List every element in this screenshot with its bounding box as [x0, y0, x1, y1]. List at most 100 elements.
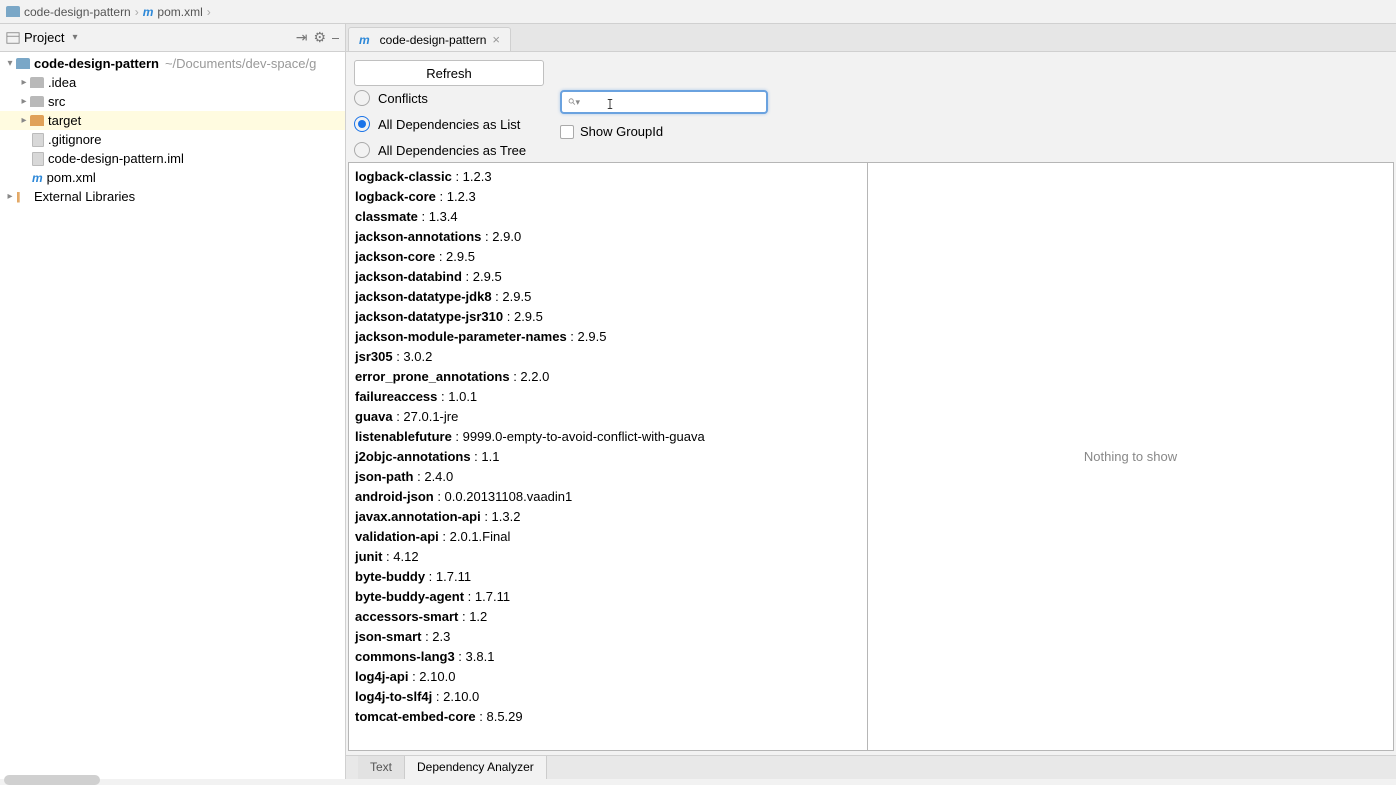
analyzer-controls: Refresh Conflicts All Dependencies as Li… — [346, 52, 1396, 162]
dependency-row[interactable]: validation-api : 2.0.1.Final — [355, 527, 861, 547]
close-icon[interactable]: × — [492, 32, 500, 47]
dependency-row[interactable]: logback-classic : 1.2.3 — [355, 167, 861, 187]
dependency-row[interactable]: junit : 4.12 — [355, 547, 861, 567]
dependency-artifact: jackson-databind — [355, 269, 462, 284]
breadcrumb-file-label: pom.xml — [157, 5, 202, 19]
dependency-artifact: logback-core — [355, 189, 436, 204]
chevron-down-icon[interactable]: ▾ — [72, 32, 77, 43]
tree-item-idea[interactable]: ▸ .idea — [0, 73, 345, 92]
tree-item-src[interactable]: ▸ src — [0, 92, 345, 111]
show-groupid-checkbox[interactable]: Show GroupId — [560, 124, 768, 139]
chevron-right-icon[interactable]: ▸ — [18, 115, 30, 126]
tree-external-libraries[interactable]: ▸ ||| External Libraries — [0, 187, 345, 206]
search-input-wrapper[interactable]: ▾ — [560, 90, 768, 114]
tab-dependency-analyzer[interactable]: Dependency Analyzer — [405, 756, 547, 779]
dependency-row[interactable]: commons-lang3 : 3.8.1 — [355, 647, 861, 667]
chevron-right-icon[interactable]: ▸ — [18, 77, 30, 88]
dependency-row[interactable]: log4j-to-slf4j : 2.10.0 — [355, 687, 861, 707]
dependency-artifact: error_prone_annotations — [355, 369, 510, 384]
dependency-version: : 9999.0-empty-to-avoid-conflict-with-gu… — [452, 429, 705, 444]
tree-item-iml[interactable]: code-design-pattern.iml — [0, 149, 345, 168]
dependency-detail-panel: Nothing to show — [868, 162, 1394, 751]
bottom-tabs: Text Dependency Analyzer — [346, 755, 1396, 779]
dependency-row[interactable]: j2objc-annotations : 1.1 — [355, 447, 861, 467]
tree-root-label: code-design-pattern — [34, 56, 159, 71]
tree-root[interactable]: ▾ code-design-pattern ~/Documents/dev-sp… — [0, 54, 345, 73]
dependency-version: : 1.0.1 — [437, 389, 477, 404]
dependency-row[interactable]: log4j-api : 2.10.0 — [355, 667, 861, 687]
dependency-row[interactable]: error_prone_annotations : 2.2.0 — [355, 367, 861, 387]
dependency-artifact: jackson-core — [355, 249, 435, 264]
dependency-artifact: byte-buddy — [355, 569, 425, 584]
dependency-row[interactable]: jackson-module-parameter-names : 2.9.5 — [355, 327, 861, 347]
dependency-version: : 2.9.5 — [492, 289, 532, 304]
dependency-row[interactable]: jackson-annotations : 2.9.0 — [355, 227, 861, 247]
gear-icon[interactable]: ⚙ — [313, 29, 326, 46]
radio-all-list[interactable]: All Dependencies as List — [354, 116, 544, 132]
dependency-row[interactable]: classmate : 1.3.4 — [355, 207, 861, 227]
dependency-row[interactable]: byte-buddy : 1.7.11 — [355, 567, 861, 587]
detail-placeholder: Nothing to show — [1084, 449, 1177, 464]
dependency-list[interactable]: logback-classic : 1.2.3logback-core : 1.… — [349, 163, 867, 750]
hide-icon[interactable]: ⎯ — [332, 29, 339, 46]
file-icon — [32, 152, 44, 166]
dependency-row[interactable]: android-json : 0.0.20131108.vaadin1 — [355, 487, 861, 507]
dependency-row[interactable]: guava : 27.0.1-jre — [355, 407, 861, 427]
dependency-version: : 2.9.5 — [435, 249, 475, 264]
search-dropdown-icon[interactable]: ▾ — [575, 97, 580, 108]
tree-item-label: code-design-pattern.iml — [48, 151, 184, 166]
folder-icon — [6, 6, 20, 17]
library-icon: ||| — [16, 191, 30, 203]
radio-conflicts[interactable]: Conflicts — [354, 90, 544, 106]
dependency-version: : 2.0.1.Final — [439, 529, 511, 544]
search-input[interactable] — [584, 95, 760, 110]
dependency-artifact: javax.annotation-api — [355, 509, 481, 524]
chevron-right-icon: › — [207, 5, 211, 19]
dependency-version: : 0.0.20131108.vaadin1 — [434, 489, 573, 504]
dependency-row[interactable]: javax.annotation-api : 1.3.2 — [355, 507, 861, 527]
dependency-artifact: classmate — [355, 209, 418, 224]
dependency-row[interactable]: jackson-datatype-jdk8 : 2.9.5 — [355, 287, 861, 307]
dependency-artifact: logback-classic — [355, 169, 452, 184]
dependency-artifact: log4j-to-slf4j — [355, 689, 432, 704]
refresh-button[interactable]: Refresh — [354, 60, 544, 86]
breadcrumb-root-label: code-design-pattern — [24, 5, 131, 19]
project-panel-title[interactable]: Project — [24, 30, 64, 45]
dependency-row[interactable]: jsr305 : 3.0.2 — [355, 347, 861, 367]
editor-tab[interactable]: m code-design-pattern × — [348, 27, 511, 51]
radio-all-tree[interactable]: All Dependencies as Tree — [354, 142, 544, 158]
main-area: Project ▾ ⇥ ⚙ ⎯ ▾ code-design-pattern ~/… — [0, 24, 1396, 779]
breadcrumb-root[interactable]: code-design-pattern — [6, 5, 131, 19]
chevron-right-icon: › — [135, 5, 139, 19]
tab-text[interactable]: Text — [358, 756, 405, 779]
chevron-right-icon[interactable]: ▸ — [18, 96, 30, 107]
editor-area: m code-design-pattern × Refresh Conflict… — [346, 24, 1396, 779]
project-panel-header: Project ▾ ⇥ ⚙ ⎯ — [0, 24, 345, 52]
dependency-artifact: failureaccess — [355, 389, 437, 404]
dependency-artifact: j2objc-annotations — [355, 449, 471, 464]
dependency-artifact: jackson-datatype-jsr310 — [355, 309, 503, 324]
tree-item-gitignore[interactable]: .gitignore — [0, 130, 345, 149]
dependency-row[interactable]: jackson-databind : 2.9.5 — [355, 267, 861, 287]
breadcrumb-file[interactable]: m pom.xml — [143, 5, 203, 19]
dependency-version: : 3.0.2 — [393, 349, 433, 364]
tree-item-target[interactable]: ▸ target — [0, 111, 345, 130]
dependency-row[interactable]: json-path : 2.4.0 — [355, 467, 861, 487]
chevron-right-icon[interactable]: ▸ — [4, 191, 16, 202]
tree-item-pom[interactable]: m pom.xml — [0, 168, 345, 187]
dependency-row[interactable]: byte-buddy-agent : 1.7.11 — [355, 587, 861, 607]
dependency-row[interactable]: jackson-datatype-jsr310 : 2.9.5 — [355, 307, 861, 327]
breadcrumb: code-design-pattern › m pom.xml › — [0, 0, 1396, 24]
dependency-row[interactable]: logback-core : 1.2.3 — [355, 187, 861, 207]
dependency-row[interactable]: json-smart : 2.3 — [355, 627, 861, 647]
dependency-row[interactable]: accessors-smart : 1.2 — [355, 607, 861, 627]
editor-tab-label: code-design-pattern — [380, 33, 487, 47]
dependency-row[interactable]: failureaccess : 1.0.1 — [355, 387, 861, 407]
chevron-down-icon[interactable]: ▾ — [4, 58, 16, 69]
dependency-row[interactable]: tomcat-embed-core : 8.5.29 — [355, 707, 861, 727]
dependency-version: : 2.10.0 — [432, 689, 479, 704]
dependency-row[interactable]: jackson-core : 2.9.5 — [355, 247, 861, 267]
dependency-artifact: json-path — [355, 469, 414, 484]
collapse-icon[interactable]: ⇥ — [296, 29, 308, 46]
dependency-row[interactable]: listenablefuture : 9999.0-empty-to-avoid… — [355, 427, 861, 447]
